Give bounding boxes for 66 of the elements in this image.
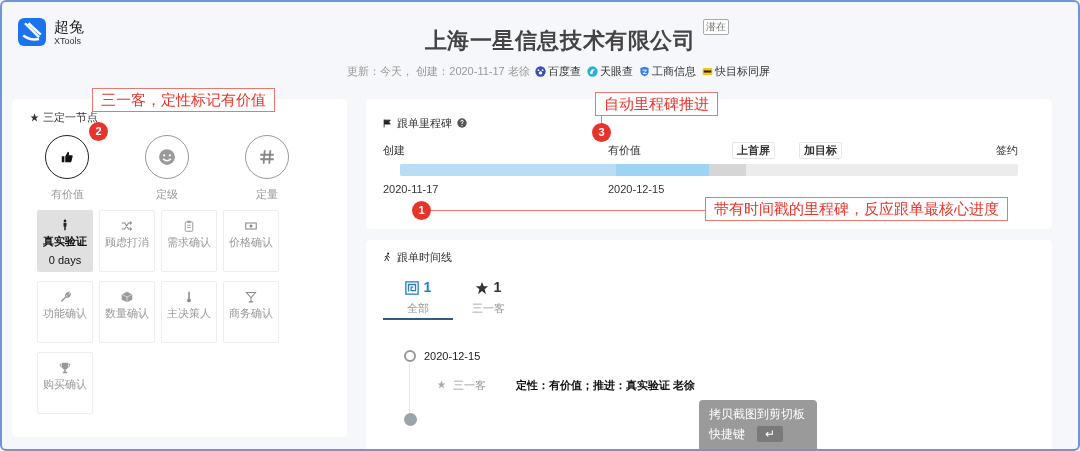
stage-label: 上首屏 [732, 142, 775, 159]
walking-person-icon [383, 252, 392, 263]
lookup-link[interactable]: 工商信息 [638, 63, 696, 80]
step-tile[interactable]: 功能确认 [37, 281, 93, 343]
wrench-icon [59, 291, 71, 303]
star-icon [30, 112, 39, 122]
cube-icon [121, 291, 133, 303]
card-icon [701, 65, 713, 77]
star-icon [474, 280, 489, 295]
lookup-link[interactable]: 百度查 [534, 63, 581, 80]
stage-date: 2020-11-17 [383, 182, 439, 197]
step-tile[interactable]: 价格确认 [223, 210, 279, 272]
node-label: 定量 [256, 187, 278, 202]
clipboard-icon [183, 220, 195, 232]
node-label: 有价值 [50, 187, 84, 202]
stage-label: 加目标 [799, 142, 842, 159]
app-subtitle: XTools [54, 36, 82, 46]
paw-icon [534, 65, 546, 77]
hash-icon [258, 148, 276, 166]
step-tile[interactable]: 商务确认 [223, 281, 279, 343]
logo-icon [18, 18, 46, 46]
star-icon [437, 380, 446, 390]
cocktail-glass-icon [245, 291, 257, 303]
trophy-icon [59, 362, 71, 374]
step-tile[interactable]: 顾虑打消 [99, 210, 155, 272]
flag-icon [383, 118, 392, 128]
annotation-callout: 三一客，定性标记有价值 [92, 88, 275, 112]
stage-label: 有价值 [608, 143, 641, 158]
shield-icon [638, 65, 650, 77]
card-title: 跟单里程碑 [397, 116, 452, 131]
smiley-icon [158, 148, 176, 166]
square-spiral-icon [404, 280, 419, 295]
shortcut-key: ↵ [757, 426, 783, 442]
thumbs-up-icon [60, 150, 74, 164]
step-tile[interactable]: 主决策人 [161, 281, 217, 343]
app-name: 超兔 [54, 18, 84, 34]
timeline-tab[interactable]: 1 全部 [383, 274, 453, 320]
lookup-link[interactable]: 快目标同屏 [701, 63, 770, 80]
stage-label: 创建 [383, 143, 405, 158]
company-name: 上海一星信息技术有限公司 [424, 27, 696, 55]
step-tile[interactable]: 数量确认 [99, 281, 155, 343]
step-tile[interactable]: 购买确认 [37, 352, 93, 414]
entry-text: 定性：有价值；推进：真实验证 老徐 [516, 377, 696, 393]
leader-line [601, 116, 602, 124]
lookup-link[interactable]: 天眼查 [586, 63, 633, 80]
stage-label: 签约 [996, 143, 1018, 158]
node-label: 定级 [156, 187, 178, 202]
node-button[interactable] [145, 135, 189, 179]
annotation-callout: 带有时间戳的里程碑，反应跟单最核心进度 [705, 197, 1008, 221]
entry-date: 2020-12-15 [424, 349, 481, 364]
shuffle-icon [121, 220, 133, 232]
stage-date: 2020-12-15 [608, 182, 665, 197]
step-tile[interactable]: 需求确认 [161, 210, 217, 272]
node-button[interactable] [45, 135, 89, 179]
node-button[interactable] [245, 135, 289, 179]
card-title: 跟单时间线 [397, 250, 452, 265]
step-tile[interactable]: 真实验证 0 days [37, 210, 93, 272]
banknote-icon [245, 220, 257, 232]
swirl-icon [586, 65, 598, 77]
annotation-callout: 自动里程碑推进 [595, 92, 718, 116]
shortcut-label: 快捷键 [709, 426, 745, 442]
status-badge: 潜在 [703, 19, 730, 35]
panel-title: 三定一节点 [43, 110, 98, 125]
help-icon [457, 118, 467, 129]
meta-text: 更新：今天， 创建：2020-11-17 老徐 [347, 64, 530, 79]
tooltip-title: 拷贝截图到剪切板 [709, 406, 806, 422]
